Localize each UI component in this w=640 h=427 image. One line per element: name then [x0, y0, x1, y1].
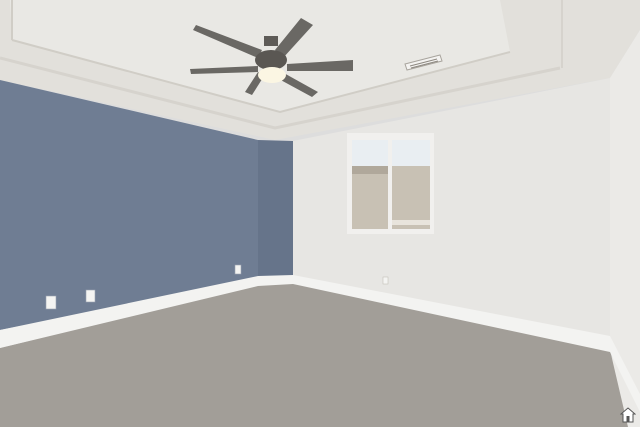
home-watermark-icon — [620, 407, 636, 423]
accent-wall-side — [258, 140, 293, 280]
wall-outlet-icon — [45, 295, 57, 310]
room-illustration — [0, 0, 640, 427]
wall-outlet-icon — [234, 264, 242, 275]
room-photo — [0, 0, 640, 427]
wall-outlet-icon — [382, 276, 389, 285]
wall-outlet-icon — [85, 289, 96, 303]
window-icon — [347, 133, 434, 234]
